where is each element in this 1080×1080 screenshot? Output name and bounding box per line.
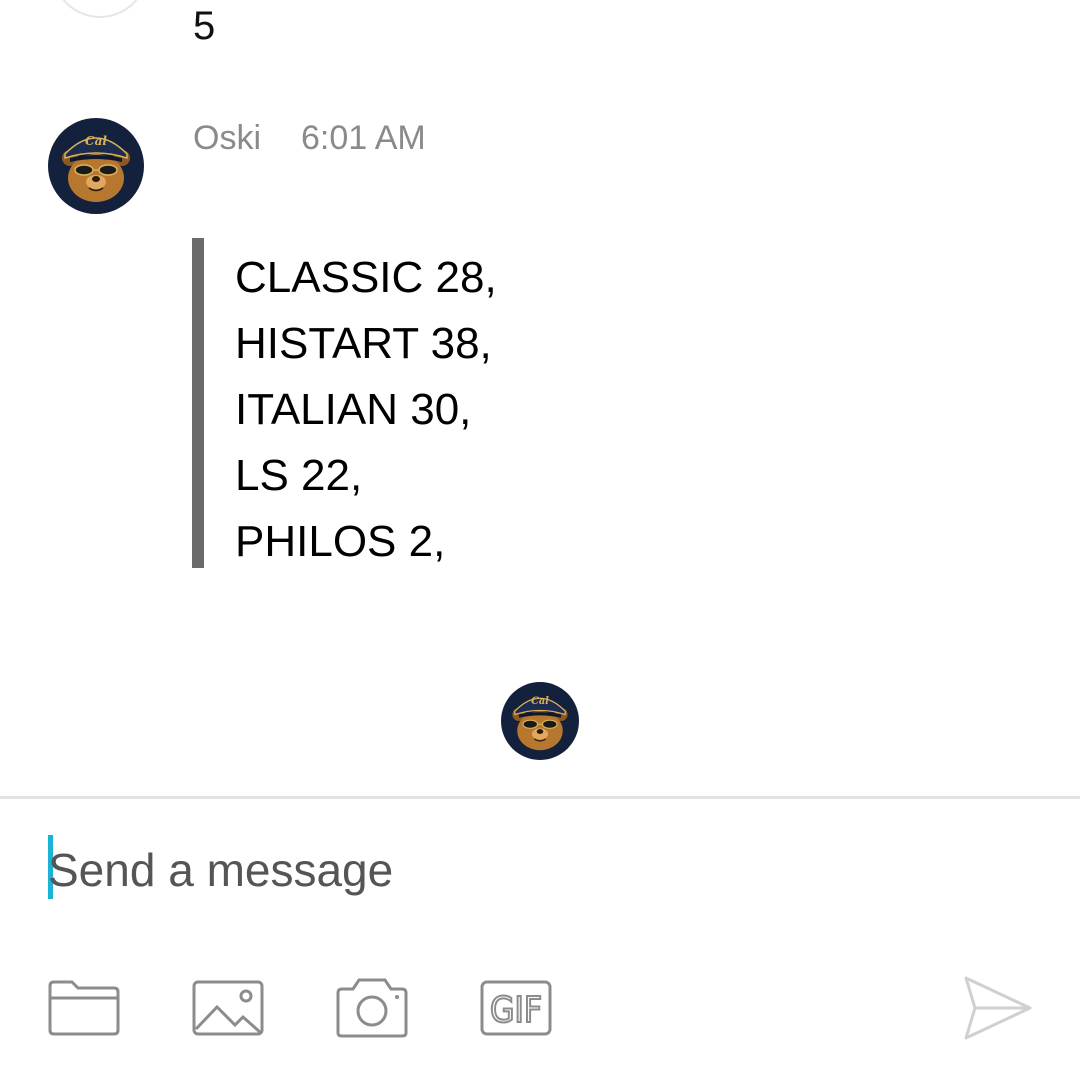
author-avatar[interactable]: Cal [48, 118, 144, 214]
camera-icon [336, 978, 408, 1038]
folder-icon [48, 980, 120, 1036]
message-line: LS 22, [235, 451, 363, 500]
send-icon [964, 976, 1032, 1040]
send-button[interactable] [958, 972, 1034, 1044]
message-timestamp: 6:01 AM [301, 118, 426, 157]
message-header: Oski 6:01 AM [193, 118, 426, 158]
read-receipt-avatar[interactable]: Cal [501, 682, 579, 760]
composer-divider [0, 796, 1080, 799]
message-author[interactable]: Oski [193, 119, 261, 158]
image-icon [192, 980, 264, 1036]
gif-icon-label: GIF [490, 990, 542, 1031]
camera-button[interactable] [334, 972, 410, 1044]
message-line: ITALIAN 30, [235, 385, 472, 434]
gif-button[interactable]: GIF [478, 972, 554, 1044]
cap-logo-text: Cal [531, 696, 549, 707]
message-line: PHILOS 2, [235, 517, 446, 566]
attach-file-button[interactable] [46, 972, 122, 1044]
message-line: HISTART 38, [235, 319, 492, 368]
message-line: CLASSIC 28, [235, 253, 497, 302]
gif-icon: GIF [480, 980, 552, 1036]
bear-mascot-icon: Cal [48, 118, 144, 214]
message-blockquote: CLASSIC 28, HISTART 38, ITALIAN 30, LS 2… [192, 238, 692, 568]
previous-message-avatar[interactable] [52, 0, 148, 18]
bear-mascot-icon: Cal [501, 682, 579, 760]
cap-logo-text: Cal [85, 134, 107, 148]
message-input[interactable] [48, 830, 1028, 910]
attach-image-button[interactable] [190, 972, 266, 1044]
message-composer [48, 830, 1028, 910]
previous-message-text: 5 [193, 4, 216, 48]
